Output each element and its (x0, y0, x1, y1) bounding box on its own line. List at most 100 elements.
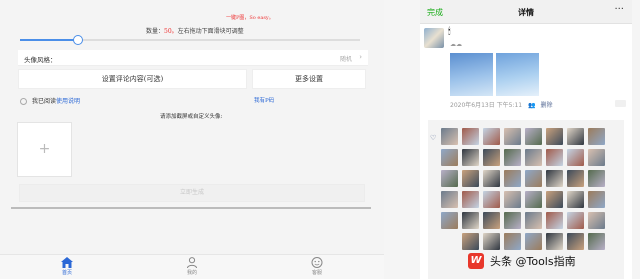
liker-avatar[interactable] (525, 233, 542, 250)
count-value: 50。 (164, 28, 178, 35)
liker-avatar[interactable] (567, 212, 584, 229)
privacy-icon: 👥 (528, 102, 536, 109)
more-settings-button[interactable]: 更多设置 (252, 69, 366, 89)
liker-avatar[interactable] (483, 149, 500, 166)
liker-avatar[interactable] (546, 128, 563, 145)
tab-mine[interactable]: 我的 (172, 257, 212, 276)
more-icon[interactable]: ··· (614, 4, 624, 15)
liker-avatar[interactable] (588, 128, 605, 145)
liker-avatar[interactable] (525, 212, 542, 229)
generate-button[interactable]: 立即生成 (19, 184, 365, 202)
user-icon (187, 257, 197, 268)
service-icon (311, 257, 323, 268)
liker-avatar[interactable] (504, 128, 521, 145)
home-icon (61, 257, 73, 268)
liker-avatar[interactable] (441, 191, 458, 208)
post-photo-1[interactable] (450, 53, 493, 96)
liker-avatar[interactable] (567, 170, 584, 187)
tab-home[interactable]: 首页 (47, 257, 87, 276)
liker-avatar[interactable] (504, 233, 521, 250)
page-title: 详情 (518, 8, 534, 17)
chevron-right-icon: › (359, 53, 362, 61)
slider-fill (20, 39, 78, 41)
liker-avatar[interactable] (525, 170, 542, 187)
liker-avatar[interactable] (504, 191, 521, 208)
liker-avatar[interactable] (588, 233, 605, 250)
liker-avatar[interactable] (588, 212, 605, 229)
agree-text: 我已阅读 (32, 98, 57, 105)
liker-avatar[interactable] (588, 149, 605, 166)
count-hint: 左右拖动下面滑块可调整 (177, 28, 244, 35)
liker-avatar[interactable] (462, 149, 479, 166)
liker-avatar[interactable] (504, 170, 521, 187)
delete-link[interactable]: 删除 (540, 102, 552, 109)
tab-mine-label: 我的 (186, 270, 197, 276)
p-code-link[interactable]: 我有P码 (254, 96, 274, 104)
slider-knob[interactable] (72, 35, 83, 45)
liker-avatar[interactable] (483, 191, 500, 208)
liker-avatar[interactable] (483, 128, 500, 145)
candle-icon: 🕯 (448, 27, 451, 37)
liker-avatar[interactable] (441, 212, 458, 229)
liker-avatar[interactable] (483, 212, 500, 229)
tab-home-label: 首页 (61, 270, 72, 276)
avatar-style-row[interactable]: 头像风格： 随机 › (18, 50, 368, 66)
avatar-style-value: 随机 (339, 56, 352, 63)
likes-panel: ♡ W 头条 @Tools指南 (428, 120, 624, 279)
heart-icon: ♡ (430, 134, 437, 142)
top-notice: 一键P图，So easy。 (226, 15, 274, 21)
liker-avatar[interactable] (567, 128, 584, 145)
toutiao-logo-icon: W (468, 253, 484, 269)
liker-avatar[interactable] (567, 233, 584, 250)
liker-avatar[interactable] (567, 149, 584, 166)
comment-action-button[interactable] (615, 100, 626, 107)
upload-hint: 请添加截屏或自定义头像: (160, 114, 223, 120)
liker-avatar[interactable] (441, 170, 458, 187)
liker-avatar[interactable] (567, 191, 584, 208)
divider (11, 207, 371, 209)
liker-avatar[interactable] (462, 170, 479, 187)
liker-avatar[interactable] (462, 233, 479, 250)
post-photo-2[interactable] (496, 53, 539, 96)
liker-avatar[interactable] (546, 149, 563, 166)
liker-avatar[interactable] (483, 170, 500, 187)
liker-avatar[interactable] (462, 191, 479, 208)
liker-avatar[interactable] (525, 149, 542, 166)
liker-avatar[interactable] (546, 212, 563, 229)
post-meta: 2020年6月13日 下午5:11 👥 删除 (450, 100, 552, 109)
count-slider[interactable] (20, 35, 360, 45)
count-label: 数量： (146, 28, 165, 35)
nav-bar: 完成 详情 ··· (420, 0, 632, 24)
avatar[interactable] (424, 28, 444, 48)
tab-service-label: 客服 (311, 270, 322, 276)
upload-box[interactable]: + (17, 122, 72, 177)
liker-avatar[interactable] (588, 191, 605, 208)
tab-service[interactable]: 客服 (297, 257, 337, 276)
agree-row[interactable]: 我已阅读使用说明 (20, 96, 80, 105)
liker-avatar[interactable] (546, 191, 563, 208)
liker-avatar[interactable] (525, 191, 542, 208)
watermark-text: 头条 @Tools指南 (490, 255, 576, 268)
liker-avatar[interactable] (504, 212, 521, 229)
liker-avatar[interactable] (546, 170, 563, 187)
liker-avatar[interactable] (462, 212, 479, 229)
liker-avatar[interactable] (441, 149, 458, 166)
plus-icon: + (38, 141, 51, 157)
liker-avatar[interactable] (483, 233, 500, 250)
liker-avatar[interactable] (546, 233, 563, 250)
avatar-style-label: 头像风格： (24, 56, 57, 64)
post-timestamp: 2020年6月13日 下午5:11 (450, 102, 523, 109)
usage-guide-link[interactable]: 使用说明 (56, 98, 80, 105)
agree-checkbox[interactable] (20, 98, 27, 105)
liker-avatar[interactable] (588, 170, 605, 187)
liker-avatar[interactable] (441, 128, 458, 145)
cloud-icon: ☁☁ (450, 41, 462, 48)
liker-avatar[interactable] (525, 128, 542, 145)
moments-detail: 完成 详情 ··· 🕯 ☁☁ 2020年6月13日 下午5:11 👥 删除 ♡ … (420, 0, 632, 279)
liker-avatar[interactable] (504, 149, 521, 166)
tab-bar: 首页 我的 客服 (0, 254, 384, 279)
liker-avatar[interactable] (462, 128, 479, 145)
count-row: 数量：50。左右拖动下面滑块可调整 (146, 26, 244, 35)
generator-panel: 一键P图，So easy。 数量：50。左右拖动下面滑块可调整 头像风格： 随机… (0, 0, 384, 279)
set-comment-button[interactable]: 设置评论内容(可选) (18, 69, 247, 89)
